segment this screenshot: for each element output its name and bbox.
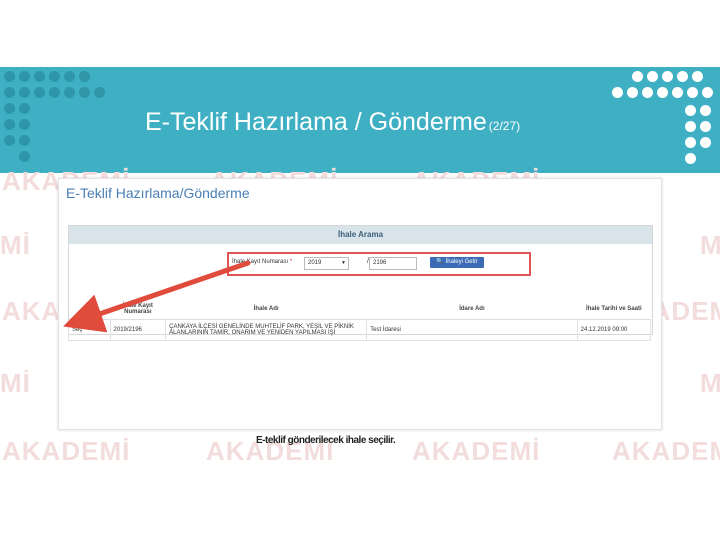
slide-caption: E-teklif gönderilecek ihale seçilir. (256, 435, 396, 446)
pointer-arrow (63, 260, 251, 333)
